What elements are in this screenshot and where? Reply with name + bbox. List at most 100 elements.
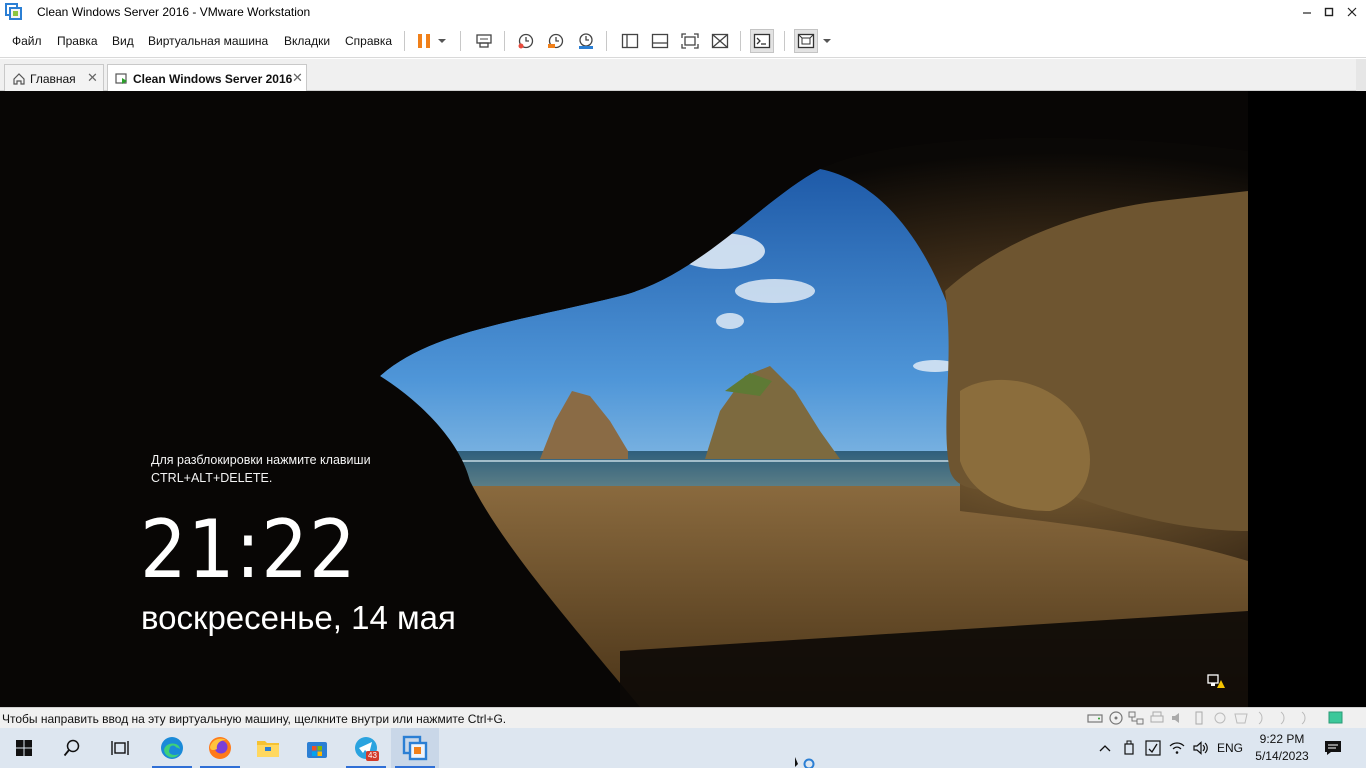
messages-icon[interactable] (1328, 711, 1344, 725)
send-ctrl-alt-del-icon (476, 34, 492, 48)
status-message: Чтобы направить ввод на эту виртуальную … (2, 712, 507, 726)
taskbar-firefox[interactable] (196, 728, 244, 768)
task-view-icon (111, 741, 129, 755)
chevron-up-icon (1099, 745, 1111, 752)
file-explorer-icon (257, 741, 279, 757)
menu-toolbar: Файл Правка Вид Виртуальная машина Вклад… (0, 24, 1366, 58)
snapshot-revert-icon (548, 33, 564, 49)
tray-language[interactable]: ENG (1214, 728, 1246, 768)
taskbar-edge[interactable] (148, 728, 196, 768)
vm-display[interactable]: Для разблокировки нажмите клавиши CTRL+A… (0, 91, 1366, 707)
power-dropdown[interactable] (434, 29, 450, 53)
wifi-icon (1169, 742, 1185, 754)
toolbar-separator (404, 31, 405, 51)
start-button[interactable] (0, 728, 48, 768)
menu-view[interactable]: Вид (112, 34, 134, 48)
tray-wifi-button[interactable] (1166, 728, 1188, 768)
toolbar-separator (606, 31, 607, 51)
toolbar-separator (504, 31, 505, 51)
stretch-guest-icon (797, 33, 815, 49)
tray-usb-button[interactable] (1118, 728, 1140, 768)
clock-date: 5/14/2023 (1255, 749, 1309, 763)
taskbar-clock[interactable]: 9:22 PM 5/14/2023 (1252, 731, 1312, 765)
cd-dvd-icon[interactable] (1108, 711, 1124, 725)
clock-time: 9:22 PM (1259, 732, 1305, 746)
taskbar-file-explorer[interactable] (244, 728, 292, 768)
unlock-line-2: CTRL+ALT+DELETE. (151, 471, 273, 485)
close-icon (1347, 7, 1357, 17)
floppy-icon[interactable] (1212, 711, 1228, 725)
taskbar-telegram[interactable]: 43 (342, 728, 390, 768)
thumbnail-bar-icon (651, 33, 669, 49)
volume-icon (1193, 741, 1208, 755)
toolbar-separator (784, 31, 785, 51)
pause-icon (418, 34, 430, 48)
maximize-button[interactable] (1317, 0, 1341, 24)
telegram-badge: 43 (366, 751, 379, 761)
chevron-down-icon (438, 39, 446, 43)
stretch-dropdown[interactable] (820, 29, 834, 53)
hard-disk-icon[interactable] (1087, 711, 1103, 725)
full-screen-icon (681, 33, 699, 49)
tray-vmware-button[interactable] (1142, 728, 1164, 768)
menu-edit[interactable]: Правка (57, 34, 98, 48)
send-ctrl-alt-del-button[interactable] (472, 29, 496, 53)
unity-button[interactable] (708, 29, 732, 53)
show-hidden-icons-button[interactable] (1094, 728, 1116, 768)
show-library-icon (621, 33, 639, 49)
network-adapter-icon[interactable] (1128, 711, 1144, 725)
shared-folder-icon[interactable] (1233, 711, 1249, 725)
show-library-button[interactable] (618, 29, 642, 53)
stretch-guest-button[interactable] (794, 29, 818, 53)
network-warning-icon[interactable] (1207, 673, 1225, 689)
mouse-cursor-icon (795, 757, 815, 768)
menu-tabs[interactable]: Вкладки (284, 34, 330, 48)
vmware-icon (402, 735, 428, 761)
edge-icon (161, 737, 183, 759)
printer-icon[interactable] (1149, 711, 1165, 725)
taskbar-vmware[interactable] (391, 728, 439, 768)
taskbar: 43 ENG 9:22 PM 5/14/2023 (0, 728, 1366, 768)
menu-file[interactable]: Файл (12, 34, 42, 48)
lockscreen-date: воскресенье, 14 мая (141, 599, 456, 636)
toolbar-separator (740, 31, 741, 51)
tab-home-label: Главная (30, 72, 76, 86)
snapshot-manager-button[interactable] (574, 29, 598, 53)
maximize-icon (1324, 7, 1334, 17)
usb-icon[interactable] (1191, 711, 1207, 725)
tab-home[interactable]: Главная ✕ (4, 64, 104, 91)
full-screen-button[interactable] (678, 29, 702, 53)
notifications-button[interactable] (1320, 728, 1346, 768)
thumbnail-bar-button[interactable] (648, 29, 672, 53)
serial-port-icon[interactable] (1254, 711, 1270, 725)
tab-scrollbar[interactable] (1356, 59, 1366, 91)
tab-vm[interactable]: Clean Windows Server 2016 ✕ (107, 64, 307, 91)
window-title: Clean Windows Server 2016 - VMware Works… (37, 5, 311, 19)
console-view-button[interactable] (750, 29, 774, 53)
snapshot-revert-button[interactable] (544, 29, 568, 53)
parallel-port-icon[interactable] (1276, 711, 1292, 725)
task-view-button[interactable] (96, 728, 144, 768)
bluetooth-icon[interactable] (1297, 711, 1313, 725)
vmware-tray-icon (1145, 740, 1161, 756)
tray-volume-button[interactable] (1190, 728, 1212, 768)
search-button[interactable] (48, 728, 96, 768)
microsoft-store-icon (307, 742, 327, 758)
guest-lock-screen[interactable]: Для разблокировки нажмите клавиши CTRL+A… (0, 91, 1248, 707)
snapshot-take-icon (518, 33, 534, 49)
close-button[interactable] (1340, 0, 1364, 24)
tab-close-icon[interactable]: ✕ (292, 70, 303, 86)
search-icon (63, 739, 80, 757)
minimize-button[interactable] (1295, 0, 1319, 24)
vmware-logo-icon (5, 3, 22, 20)
menu-help[interactable]: Справка (345, 34, 392, 48)
vm-letterbox (1248, 91, 1366, 707)
chevron-down-icon (823, 39, 831, 43)
tab-bar: Главная ✕ Clean Windows Server 2016 ✕ (0, 59, 1366, 91)
snapshot-take-button[interactable] (514, 29, 538, 53)
tab-close-icon[interactable]: ✕ (87, 70, 98, 86)
pause-button[interactable] (412, 29, 436, 53)
sound-icon[interactable] (1170, 711, 1186, 725)
menu-vm[interactable]: Виртуальная машина (148, 34, 268, 48)
taskbar-store[interactable] (293, 728, 341, 768)
